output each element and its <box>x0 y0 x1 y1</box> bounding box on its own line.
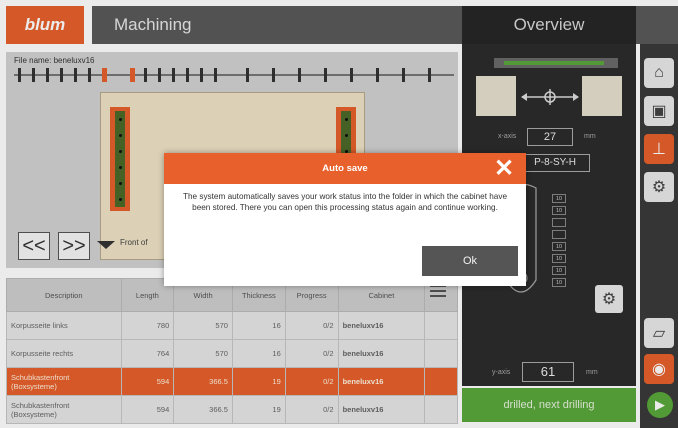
auto-save-dialog: Auto save ✕ The system automatically sav… <box>164 153 526 286</box>
dialog-message: The system automatically saves your work… <box>182 192 508 212</box>
close-icon[interactable]: ✕ <box>492 155 516 182</box>
ok-button[interactable]: Ok <box>422 246 518 276</box>
dialog-title: Auto save <box>164 153 526 184</box>
